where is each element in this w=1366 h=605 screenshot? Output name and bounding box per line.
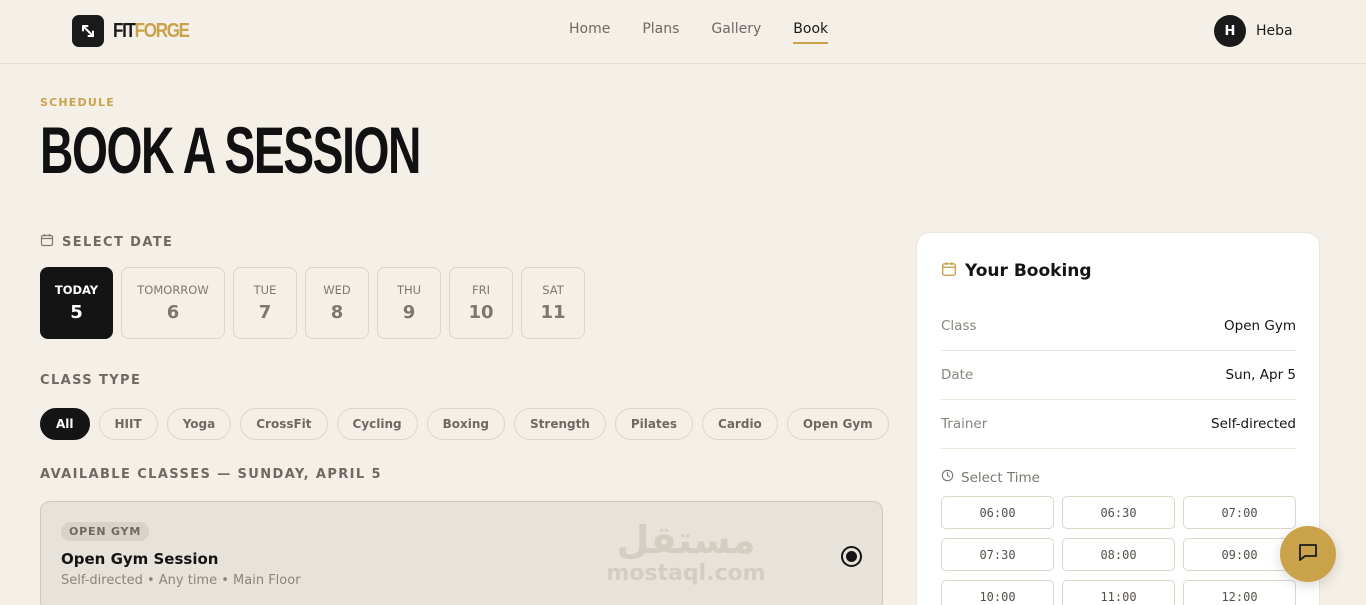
nav-book[interactable]: Book bbox=[793, 21, 828, 44]
class-type-filter: All HIIT Yoga CrossFit Cycling Boxing St… bbox=[40, 408, 889, 440]
time-slot[interactable]: 07:00 bbox=[1183, 496, 1296, 529]
select-time-label: Select Time bbox=[961, 469, 1040, 486]
class-meta: Self-directed • Any time • Main Floor bbox=[61, 573, 301, 588]
time-slot[interactable]: 08:00 bbox=[1062, 538, 1175, 571]
time-slot[interactable]: 12:00 bbox=[1183, 580, 1296, 605]
chat-icon bbox=[1296, 540, 1320, 568]
class-tag: OPEN GYM bbox=[61, 522, 150, 541]
logo-wordmark: FITFORGE bbox=[113, 19, 190, 42]
avatar: H bbox=[1214, 15, 1246, 47]
date-number: 8 bbox=[330, 302, 344, 323]
time-slots: 06:00 06:30 07:00 07:30 08:00 09:00 10:0… bbox=[941, 496, 1296, 605]
select-time-heading: Select Time bbox=[941, 469, 1040, 486]
time-slot[interactable]: 11:00 bbox=[1062, 580, 1175, 605]
date-number: 10 bbox=[468, 302, 494, 323]
radio-selected-icon[interactable] bbox=[841, 546, 862, 567]
row-value: Self-directed bbox=[1211, 416, 1296, 432]
logo[interactable]: FITFORGE bbox=[72, 15, 202, 47]
select-date-heading: SELECT DATE bbox=[40, 233, 173, 251]
top-header: FITFORGE Home Plans Gallery Book H Heba bbox=[0, 0, 1366, 64]
nav-plans[interactable]: Plans bbox=[642, 21, 679, 43]
booking-header: Your Booking bbox=[941, 261, 1092, 281]
date-card-tomorrow[interactable]: TOMORROW 6 bbox=[121, 267, 225, 339]
select-date-label: SELECT DATE bbox=[62, 234, 174, 250]
class-name: Open Gym Session bbox=[61, 550, 219, 568]
date-day: TOMORROW bbox=[137, 283, 209, 297]
calendar-icon bbox=[40, 233, 54, 251]
date-picker: TODAY 5 TOMORROW 6 TUE 7 WED 8 THU 9 FRI… bbox=[40, 267, 585, 339]
row-label: Trainer bbox=[941, 416, 988, 432]
date-day: WED bbox=[323, 283, 351, 297]
date-card-sat[interactable]: SAT 11 bbox=[521, 267, 585, 339]
time-slot[interactable]: 06:30 bbox=[1062, 496, 1175, 529]
nav-home[interactable]: Home bbox=[569, 21, 610, 43]
nav-gallery[interactable]: Gallery bbox=[711, 21, 761, 43]
booking-row-date: Date Sun, Apr 5 bbox=[941, 351, 1296, 400]
chip-all[interactable]: All bbox=[40, 408, 90, 440]
page-eyebrow: SCHEDULE bbox=[40, 96, 115, 109]
watermark: مستقل mostaql.com bbox=[606, 518, 766, 586]
date-number: 11 bbox=[540, 302, 566, 323]
chip-pilates[interactable]: Pilates bbox=[614, 408, 694, 440]
chat-button[interactable] bbox=[1280, 526, 1336, 582]
booking-row-trainer: Trainer Self-directed bbox=[941, 400, 1296, 449]
chip-crossfit[interactable]: CrossFit bbox=[240, 408, 328, 440]
class-type-heading: CLASS TYPE bbox=[40, 373, 142, 388]
date-day: TODAY bbox=[54, 283, 99, 297]
booking-panel: Your Booking Class Open Gym Date Sun, Ap… bbox=[916, 232, 1320, 605]
date-card-wed[interactable]: WED 8 bbox=[305, 267, 369, 339]
clock-icon bbox=[941, 469, 954, 486]
chip-boxing[interactable]: Boxing bbox=[426, 408, 506, 440]
date-day: TUE bbox=[253, 283, 277, 297]
time-slot[interactable]: 10:00 bbox=[941, 580, 1054, 605]
date-number: 9 bbox=[402, 302, 416, 323]
booking-title: Your Booking bbox=[965, 261, 1092, 281]
date-number: 6 bbox=[166, 302, 180, 323]
chip-yoga[interactable]: Yoga bbox=[166, 408, 232, 440]
date-card-thu[interactable]: THU 9 bbox=[377, 267, 441, 339]
user-name: Heba bbox=[1256, 23, 1293, 39]
date-day: THU bbox=[396, 283, 422, 297]
calendar-icon bbox=[941, 261, 957, 281]
chip-strength[interactable]: Strength bbox=[514, 408, 606, 440]
date-card-fri[interactable]: FRI 10 bbox=[449, 267, 513, 339]
row-value: Open Gym bbox=[1224, 318, 1296, 334]
user-menu[interactable]: H Heba bbox=[1214, 15, 1293, 47]
chip-hiit[interactable]: HIIT bbox=[98, 408, 158, 440]
date-card-tue[interactable]: TUE 7 bbox=[233, 267, 297, 339]
time-slot[interactable]: 07:30 bbox=[941, 538, 1054, 571]
row-value: Sun, Apr 5 bbox=[1225, 367, 1297, 383]
expand-arrows-icon bbox=[72, 15, 104, 47]
row-label: Class bbox=[941, 318, 977, 334]
row-label: Date bbox=[941, 367, 974, 383]
date-number: 7 bbox=[258, 302, 272, 323]
booking-row-class: Class Open Gym bbox=[941, 302, 1296, 351]
date-day: FRI bbox=[472, 283, 490, 297]
chip-open-gym[interactable]: Open Gym bbox=[786, 408, 889, 440]
main-nav: Home Plans Gallery Book bbox=[569, 21, 828, 44]
page-title: BOOK A SESSION bbox=[40, 113, 421, 187]
date-card-today[interactable]: TODAY 5 bbox=[40, 267, 113, 339]
chip-cycling[interactable]: Cycling bbox=[336, 408, 418, 440]
time-slot[interactable]: 06:00 bbox=[941, 496, 1054, 529]
available-classes-heading: AVAILABLE CLASSES — SUNDAY, APRIL 5 bbox=[40, 467, 382, 482]
class-card-open-gym[interactable]: مستقل mostaql.com OPEN GYM Open Gym Sess… bbox=[40, 501, 883, 605]
date-number: 5 bbox=[70, 302, 83, 323]
date-day: SAT bbox=[542, 283, 564, 297]
chip-cardio[interactable]: Cardio bbox=[702, 408, 778, 440]
